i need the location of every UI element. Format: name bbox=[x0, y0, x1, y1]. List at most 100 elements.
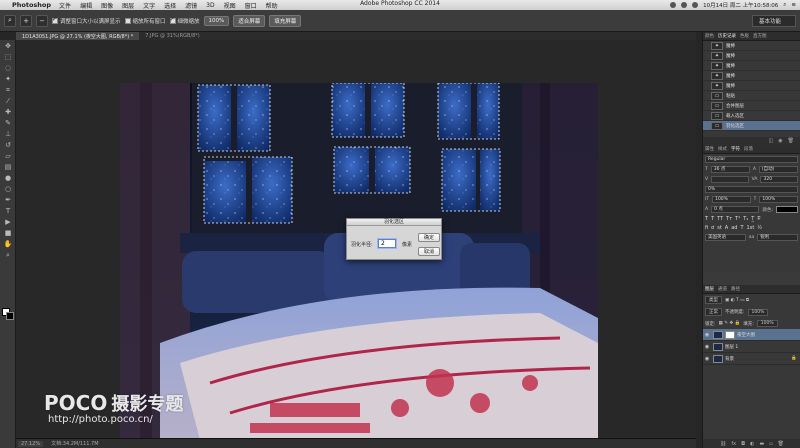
half-button[interactable]: ½ bbox=[757, 225, 762, 231]
crop-tool-icon[interactable]: ⌗ bbox=[2, 85, 14, 95]
document-size[interactable]: 文档:34.2M/111.7M bbox=[51, 440, 98, 447]
tracking-field[interactable]: 320 bbox=[760, 176, 798, 183]
all-caps-button[interactable]: TT bbox=[717, 216, 723, 222]
eye-icon[interactable]: ◉ bbox=[703, 344, 711, 350]
fit-screen-button[interactable]: 适合屏幕 bbox=[233, 14, 266, 27]
trash-icon[interactable]: 🗑 bbox=[788, 138, 794, 144]
layer-row[interactable]: ◉ 夜空大图 bbox=[703, 329, 800, 341]
hand-tool-icon[interactable]: ✋ bbox=[2, 239, 14, 249]
tab-color[interactable]: 颜色 bbox=[705, 33, 714, 39]
tab-paths[interactable]: 路径 bbox=[731, 286, 740, 292]
faux-bold-button[interactable]: T bbox=[705, 216, 708, 222]
zoom-tool-icon[interactable]: ⌕ bbox=[4, 14, 16, 27]
scrubby-zoom-checkbox[interactable]: 细微缩放 bbox=[169, 16, 200, 25]
layer-row[interactable]: ◉ 图层 1 bbox=[703, 341, 800, 353]
resize-windows-checkbox[interactable]: 调整窗口大小以满屏显示 bbox=[52, 16, 121, 25]
background-color-swatch[interactable] bbox=[6, 312, 14, 320]
zoom-tool-icon[interactable]: ⌕ bbox=[2, 250, 14, 260]
baseline-field[interactable]: 0 点 bbox=[711, 206, 760, 213]
layer-kind-filter[interactable]: 类型 bbox=[705, 296, 722, 304]
vertical-scale-field[interactable]: 100% bbox=[712, 196, 751, 203]
camera-icon[interactable]: ◉ bbox=[778, 138, 782, 144]
eyedropper-tool-icon[interactable]: ⁄ bbox=[2, 96, 14, 106]
tab-layers[interactable]: 图层 bbox=[705, 286, 714, 292]
list-icon[interactable]: ≡ bbox=[791, 2, 796, 8]
history-item[interactable]: ✦ 魔棒 bbox=[703, 41, 800, 51]
type-tool-icon[interactable]: T bbox=[2, 206, 14, 216]
healing-tool-icon[interactable]: ✚ bbox=[2, 107, 14, 117]
layer-row[interactable]: ◉ 背景 🔒 bbox=[703, 353, 800, 365]
zoom-100-button[interactable]: 100% bbox=[203, 15, 230, 26]
text-color-swatch[interactable] bbox=[776, 206, 798, 213]
discretionary-button[interactable]: ơ bbox=[711, 225, 714, 231]
history-brush-icon[interactable]: ↺ bbox=[2, 140, 14, 150]
tsume-field[interactable]: 0% bbox=[705, 186, 798, 193]
titling-button[interactable]: ad bbox=[731, 225, 737, 231]
wifi-icon[interactable] bbox=[681, 2, 688, 8]
tab-character[interactable]: 字符 bbox=[731, 146, 740, 152]
path-select-tool-icon[interactable]: ▶ bbox=[2, 217, 14, 227]
ok-button[interactable]: 确定 bbox=[418, 233, 440, 242]
gradient-tool-icon[interactable]: ▤ bbox=[2, 162, 14, 172]
menu-window[interactable]: 窗口 bbox=[245, 1, 257, 10]
history-item-selected[interactable]: ▭ 羽化选区 bbox=[703, 121, 800, 131]
dodge-tool-icon[interactable]: ○ bbox=[2, 184, 14, 194]
snapshot-icon[interactable]: ◫ bbox=[769, 138, 774, 144]
tab-paragraph[interactable]: 段落 bbox=[744, 146, 753, 152]
history-item[interactable]: ▭ 合并图层 bbox=[703, 101, 800, 111]
menu-view[interactable]: 视图 bbox=[224, 1, 236, 10]
subscript-button[interactable]: T₁ bbox=[743, 216, 748, 222]
eraser-tool-icon[interactable]: ▱ bbox=[2, 151, 14, 161]
font-size-field[interactable]: 36 点 bbox=[710, 166, 750, 173]
language-select[interactable]: 美国英语 bbox=[705, 234, 746, 241]
leading-field[interactable]: (自动) bbox=[758, 166, 798, 173]
history-item[interactable]: ✦ 魔棒 bbox=[703, 51, 800, 61]
font-style-select[interactable]: Regular bbox=[705, 156, 798, 163]
underline-button[interactable]: T̲ bbox=[751, 216, 754, 222]
zoom-in-icon[interactable]: + bbox=[20, 14, 32, 27]
tab-document-2[interactable]: 7.JPG @ 31%(RGB/8*) bbox=[139, 32, 205, 40]
status-icon[interactable] bbox=[670, 2, 677, 8]
menu-image[interactable]: 图像 bbox=[101, 1, 113, 10]
menu-help[interactable]: 帮助 bbox=[266, 1, 278, 10]
document-image[interactable] bbox=[120, 83, 598, 440]
brush-tool-icon[interactable]: ✎ bbox=[2, 118, 14, 128]
zoom-all-windows-checkbox[interactable]: 缩放所有窗口 bbox=[124, 17, 166, 25]
eye-icon[interactable]: ◉ bbox=[703, 332, 711, 338]
history-item[interactable]: ✦ 魔棒 bbox=[703, 81, 800, 91]
history-item[interactable]: ✦ 魔棒 bbox=[703, 71, 800, 81]
horizontal-scale-field[interactable]: 100% bbox=[759, 196, 799, 203]
group-icon[interactable]: ▬ bbox=[759, 441, 764, 447]
antialias-select[interactable]: 锐利 bbox=[757, 234, 799, 241]
app-name-menu[interactable]: Photoshop bbox=[12, 1, 51, 9]
tab-document-1[interactable]: 1D1A3051.JPG @ 27.1% (夜空大图, RGB/8*) * bbox=[16, 32, 140, 40]
link-icon[interactable]: ⛓ bbox=[720, 441, 726, 447]
workspace-select[interactable]: 基本功能 bbox=[752, 14, 796, 27]
fill-field[interactable]: 100% bbox=[756, 320, 778, 327]
alternates-button[interactable]: A bbox=[725, 225, 728, 231]
feather-radius-input[interactable]: 2 bbox=[378, 239, 396, 248]
cancel-button[interactable]: 取消 bbox=[418, 247, 440, 256]
tab-history[interactable]: 历史记录 bbox=[718, 33, 736, 39]
small-caps-button[interactable]: Tт bbox=[726, 216, 732, 222]
stamp-tool-icon[interactable]: ⊥ bbox=[2, 129, 14, 139]
add-mask-icon[interactable]: ◘ bbox=[741, 441, 745, 447]
menu-type[interactable]: 文字 bbox=[143, 1, 155, 10]
tab-styles[interactable]: 样式 bbox=[718, 146, 727, 152]
search-icon[interactable]: ⌕ bbox=[783, 2, 786, 9]
menu-filter[interactable]: 滤镜 bbox=[185, 1, 197, 10]
superscript-button[interactable]: T¹ bbox=[735, 216, 740, 222]
eye-icon[interactable]: ◉ bbox=[703, 356, 711, 362]
menu-edit[interactable]: 编辑 bbox=[80, 1, 92, 10]
history-item[interactable]: ✦ 魔棒 bbox=[703, 61, 800, 71]
kerning-field[interactable] bbox=[711, 176, 749, 183]
battery-icon[interactable] bbox=[692, 2, 699, 8]
zoom-level[interactable]: 27.12% bbox=[18, 440, 44, 447]
menu-layer[interactable]: 图层 bbox=[122, 1, 134, 10]
opacity-field[interactable]: 100% bbox=[747, 308, 769, 316]
lock-icons[interactable]: ▦ ✎ ✥ 🔒 bbox=[719, 321, 741, 326]
shape-tool-icon[interactable]: ■ bbox=[2, 228, 14, 238]
magic-wand-tool-icon[interactable]: ✦ bbox=[2, 74, 14, 84]
swash-button[interactable]: st bbox=[717, 225, 722, 231]
clock[interactable]: 10月14日 周二 上午10:58:06 bbox=[703, 1, 778, 9]
